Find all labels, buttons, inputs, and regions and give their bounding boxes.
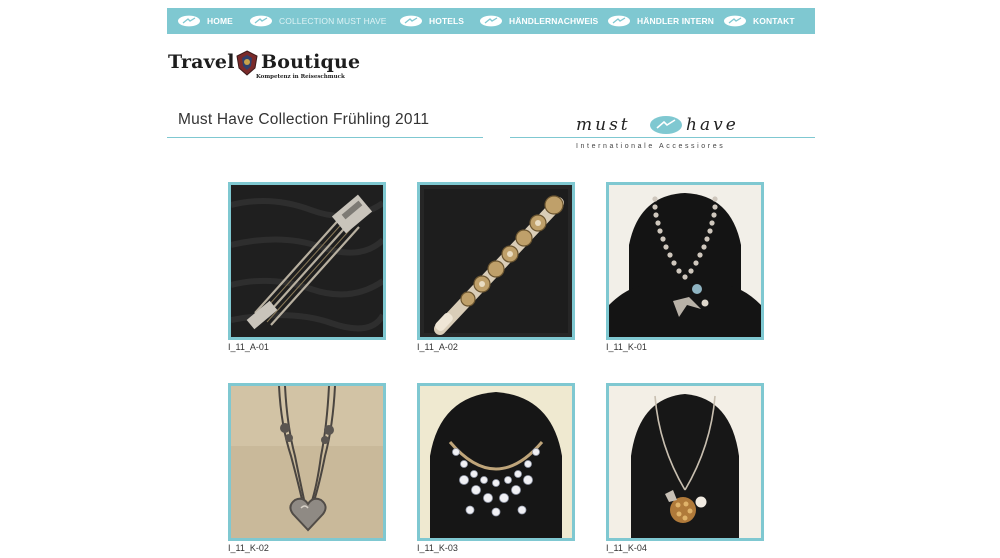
fish-icon: [650, 116, 682, 134]
product-photo[interactable]: [228, 182, 386, 340]
title-divider: [167, 137, 483, 138]
nav-item-haendler-intern[interactable]: HÄNDLER INTERN: [607, 8, 714, 34]
product-photo[interactable]: [417, 383, 575, 541]
nav-label: HOTELS: [429, 16, 465, 26]
fish-icon: [178, 15, 200, 27]
brand-word-have: have: [686, 115, 739, 135]
nav-label: HOME: [207, 16, 233, 26]
fish-icon: [608, 15, 630, 27]
brand-divider: [510, 137, 815, 138]
fish-icon: [400, 15, 422, 27]
nav-label: HÄNDLER INTERN: [637, 16, 714, 26]
product-card: I_11_K-04: [606, 383, 764, 554]
product-photo[interactable]: [606, 182, 764, 340]
product-caption: I_11_K-01: [606, 342, 647, 352]
nav-item-home[interactable]: HOME: [177, 8, 233, 34]
logo-tagline: Kompetenz in Reiseschmuck: [256, 74, 345, 80]
product-caption: I_11_K-04: [606, 543, 647, 553]
crest-icon: [236, 50, 258, 76]
logo-word-boutique: Boutique: [261, 51, 361, 73]
brand-logo: must have Internationale Accessiores: [575, 112, 755, 154]
product-photo[interactable]: [417, 182, 575, 340]
nav-item-haendlernachweis[interactable]: HÄNDLERNACHWEIS: [479, 8, 598, 34]
nav-item-collection[interactable]: COLLECTION MUST HAVE: [249, 8, 386, 34]
product-card: I_11_K-02: [228, 383, 386, 554]
bracelet-chains-photo: [231, 185, 383, 337]
bracelet-studs-photo: [420, 185, 572, 337]
site-logo[interactable]: Travel Boutique Kompetenz in Reiseschmuc…: [167, 49, 361, 83]
product-caption: I_11_K-02: [228, 543, 269, 553]
necklace-bird-photo: [609, 185, 761, 337]
product-caption: I_11_K-03: [417, 543, 458, 553]
product-card: I_11_K-03: [417, 383, 575, 554]
logo-word-travel: Travel: [168, 51, 235, 73]
product-photo[interactable]: [228, 383, 386, 541]
fish-icon: [724, 15, 746, 27]
product-card: I_11_A-01: [228, 182, 386, 353]
nav-label: HÄNDLERNACHWEIS: [509, 16, 599, 26]
product-caption: I_11_A-01: [228, 342, 269, 352]
fish-icon: [250, 15, 272, 27]
brand-tagline: Internationale Accessiores: [576, 143, 726, 150]
nav-label: KONTAKT: [753, 16, 795, 26]
product-photo[interactable]: [606, 383, 764, 541]
necklace-crystals-photo: [420, 386, 572, 538]
brand-word-must: must: [576, 115, 631, 135]
main-nav: HOME COLLECTION MUST HAVE HOTELS HÄNDLER…: [167, 8, 815, 34]
product-card: I_11_K-01: [606, 182, 764, 353]
necklace-heart-photo: [231, 386, 383, 538]
fish-icon: [480, 15, 502, 27]
page-title: Must Have Collection Frühling 2011: [178, 111, 430, 128]
nav-item-hotels[interactable]: HOTELS: [399, 8, 464, 34]
nav-item-kontakt[interactable]: KONTAKT: [723, 8, 795, 34]
necklace-ball-photo: [609, 386, 761, 538]
product-caption: I_11_A-02: [417, 342, 458, 352]
product-card: I_11_A-02: [417, 182, 575, 353]
nav-label: COLLECTION MUST HAVE: [279, 16, 387, 26]
